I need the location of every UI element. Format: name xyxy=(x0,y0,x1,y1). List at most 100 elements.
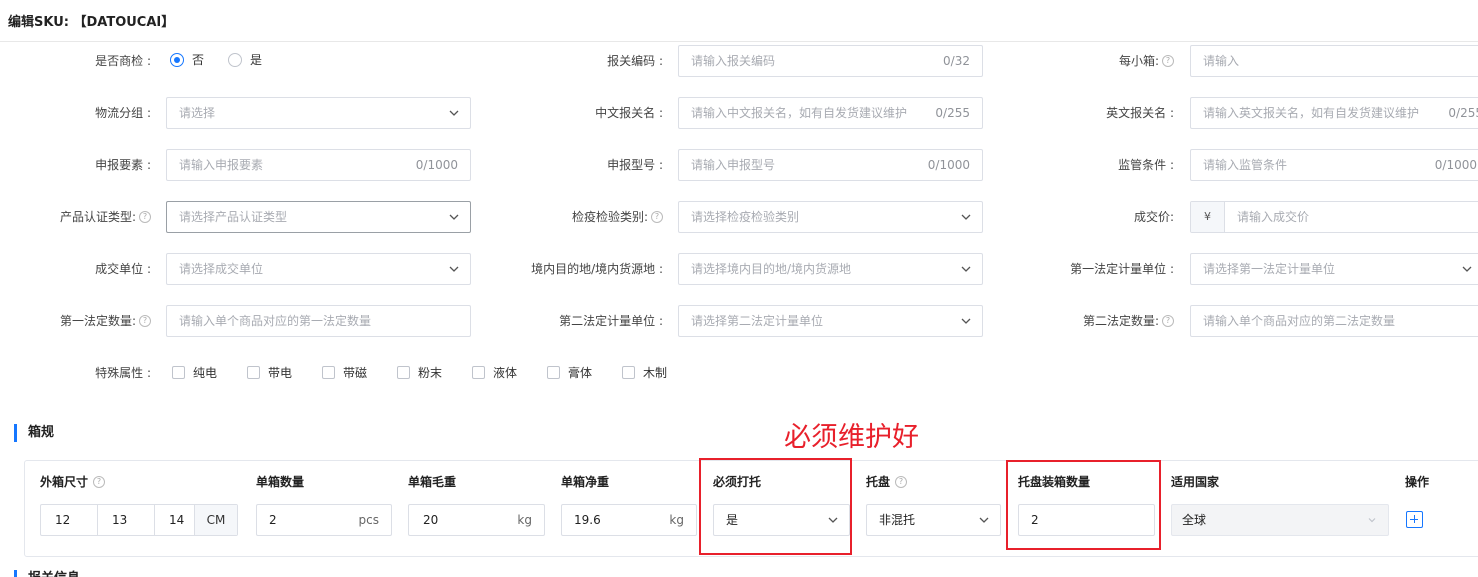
first-legal-qty-input[interactable]: 请输入单个商品对应的第一法定数量 xyxy=(166,305,471,337)
page-header: 编辑SKU: 【DATOUCAI】 xyxy=(0,0,1478,42)
quarantine-type-select[interactable]: 请选择检疫检验类别 xyxy=(678,201,983,233)
help-icon[interactable]: ? xyxy=(139,210,151,223)
special-attributes-row: 特殊属性 : 纯电 带电 带磁 粉末 液体 膏体 木制 xyxy=(0,356,1478,390)
checkbox-pure-battery[interactable] xyxy=(172,366,185,379)
declare-elements-input[interactable]: 请输入申报要素 0/1000 xyxy=(166,149,471,181)
col-head-qty: 单箱数量 xyxy=(256,475,305,489)
placeholder: 请输入单个商品对应的第二法定数量 xyxy=(1203,314,1396,328)
label-text: 第一法定数量: xyxy=(59,314,136,328)
per-small-box-input[interactable]: 请输入 xyxy=(1190,45,1478,77)
field-label-second-legal-qty: 第二法定数量:? xyxy=(1040,304,1174,338)
carton-length-input[interactable]: 12 xyxy=(41,505,98,535)
radio-label-no: 否 xyxy=(192,53,205,67)
char-counter: 0/32 xyxy=(943,54,970,68)
help-icon[interactable]: ? xyxy=(1162,314,1174,327)
carton-width-input[interactable]: 13 xyxy=(98,505,155,535)
checkbox-label: 带磁 xyxy=(343,366,368,380)
help-icon[interactable]: ? xyxy=(651,210,663,223)
checkbox-wooden[interactable] xyxy=(622,366,635,379)
carton-height-input[interactable]: 14 xyxy=(155,505,195,535)
checkbox-label: 带电 xyxy=(268,366,293,380)
field-label-first-legal-unit: 第一法定计量单位 : xyxy=(1070,262,1174,276)
chevron-down-icon xyxy=(961,266,971,272)
help-icon[interactable]: ? xyxy=(1162,54,1174,67)
chevron-down-icon xyxy=(961,318,971,324)
chevron-down-icon xyxy=(961,214,971,220)
radio-label-yes: 是 xyxy=(250,53,263,67)
gross-weight-input[interactable]: 20 kg xyxy=(408,504,545,536)
form-row: 成交单位 : 请选择成交单位 境内目的地/境内货源地 : 请选择境内目的地/境内… xyxy=(0,252,1478,286)
value: 20 xyxy=(423,513,439,527)
chevron-down-icon xyxy=(449,110,459,116)
en-customs-name-input[interactable]: 请输入英文报关名，如有自发货建议维护 0/255 xyxy=(1190,97,1478,129)
checkbox-liquid[interactable] xyxy=(472,366,485,379)
checkbox-with-battery[interactable] xyxy=(247,366,260,379)
checkbox-powder[interactable] xyxy=(397,366,410,379)
field-label-first-legal-qty: 第一法定数量:? xyxy=(20,304,151,338)
destination-select[interactable]: 请选择境内目的地/境内货源地 xyxy=(678,253,983,285)
form-row: 产品认证类型:? 请选择产品认证类型 检疫检验类别:? 请选择检疫检验类别 成交… xyxy=(0,200,1478,234)
placeholder: 请选择境内目的地/境内货源地 xyxy=(691,262,852,276)
placeholder: 请输入英文报关名，如有自发货建议维护 xyxy=(1203,106,1420,120)
field-label-special: 特殊属性 : xyxy=(95,366,151,380)
checkbox-paste[interactable] xyxy=(547,366,560,379)
field-label-cert-type: 产品认证类型:? xyxy=(20,200,151,234)
field-label-deal-unit: 成交单位 : xyxy=(95,262,151,276)
logistics-group-select[interactable]: 请选择 xyxy=(166,97,471,129)
help-icon[interactable]: ? xyxy=(93,475,106,488)
deal-unit-select[interactable]: 请选择成交单位 xyxy=(166,253,471,285)
char-counter: 0/255 xyxy=(935,106,970,120)
form-row: 是否商检 : 否 是 报关编码 : 请输入报关编码 0/32 每小箱:? 请输入 xyxy=(0,44,1478,78)
pallet-select[interactable]: 非混托 xyxy=(866,504,1001,536)
second-legal-unit-select[interactable]: 请选择第二法定计量单位 xyxy=(678,305,983,337)
col-head-text: 托盘 xyxy=(866,475,891,489)
col-head-pallet: 托盘? xyxy=(866,473,908,491)
form-row: 申报要素 : 请输入申报要素 0/1000 申报型号 : 请输入申报型号 0/1… xyxy=(0,148,1478,182)
customs-code-input[interactable]: 请输入报关编码 0/32 xyxy=(678,45,983,77)
char-counter: 0/255 xyxy=(1448,106,1478,120)
checkbox-label: 粉末 xyxy=(418,366,443,380)
placeholder: 请选择第二法定计量单位 xyxy=(691,314,824,328)
unit: pcs xyxy=(358,513,379,527)
placeholder: 请输入申报要素 xyxy=(179,158,264,172)
chevron-down-icon xyxy=(449,214,459,220)
col-head-ops: 操作 xyxy=(1405,475,1430,489)
field-label-destination: 境内目的地/境内货源地 : xyxy=(531,262,663,276)
first-legal-unit-select[interactable]: 请选择第一法定计量单位 xyxy=(1190,253,1478,285)
help-icon[interactable]: ? xyxy=(895,475,908,488)
col-head-text: 外箱尺寸 xyxy=(40,475,89,489)
col-head-gross: 单箱毛重 xyxy=(408,475,457,489)
checkbox-magnetic[interactable] xyxy=(322,366,335,379)
supervision-input[interactable]: 请输入监管条件 0/1000 xyxy=(1190,149,1478,181)
declare-model-input[interactable]: 请输入申报型号 0/1000 xyxy=(678,149,983,181)
field-label-declare-model: 申报型号 : xyxy=(607,158,663,172)
net-weight-input[interactable]: 19.6 kg xyxy=(561,504,697,536)
add-row-icon[interactable] xyxy=(1406,511,1423,528)
cert-type-select[interactable]: 请选择产品认证类型 xyxy=(166,201,471,233)
field-label-cn-customs-name: 中文报关名 : xyxy=(595,106,663,120)
field-label-quarantine-type: 检疫检验类别:? xyxy=(520,200,663,234)
radio-inspection-no[interactable] xyxy=(170,53,184,67)
page-title: 编辑SKU: 【DATOUCAI】 xyxy=(8,15,175,30)
char-counter: 0/1000 xyxy=(927,158,970,172)
value: 2 xyxy=(269,513,277,527)
checkbox-label: 纯电 xyxy=(193,366,218,380)
section-marker xyxy=(14,570,17,577)
deal-price-input[interactable]: ¥ 请输入成交价 xyxy=(1190,201,1478,233)
col-head-country: 适用国家 xyxy=(1171,475,1220,489)
field-label-logistics-group: 物流分组 : xyxy=(95,106,151,120)
form-row: 物流分组 : 请选择 中文报关名 : 请输入中文报关名，如有自发货建议维护 0/… xyxy=(0,96,1478,130)
help-icon[interactable]: ? xyxy=(139,314,151,327)
box-qty-input[interactable]: 2 pcs xyxy=(256,504,392,536)
value: 非混托 xyxy=(879,513,916,527)
placeholder: 请输入中文报关名，如有自发货建议维护 xyxy=(691,106,908,120)
radio-inspection-yes[interactable] xyxy=(228,53,242,67)
placeholder: 请输入申报型号 xyxy=(691,158,776,172)
second-legal-qty-input[interactable]: 请输入单个商品对应的第二法定数量 xyxy=(1190,305,1478,337)
currency-prefix: ¥ xyxy=(1191,202,1225,232)
country-select[interactable]: 全球 xyxy=(1171,504,1389,536)
unit: kg xyxy=(669,513,684,527)
value: 19.6 xyxy=(574,513,601,527)
cn-customs-name-input[interactable]: 请输入中文报关名，如有自发货建议维护 0/255 xyxy=(678,97,983,129)
placeholder: 请输入单个商品对应的第一法定数量 xyxy=(179,314,372,328)
